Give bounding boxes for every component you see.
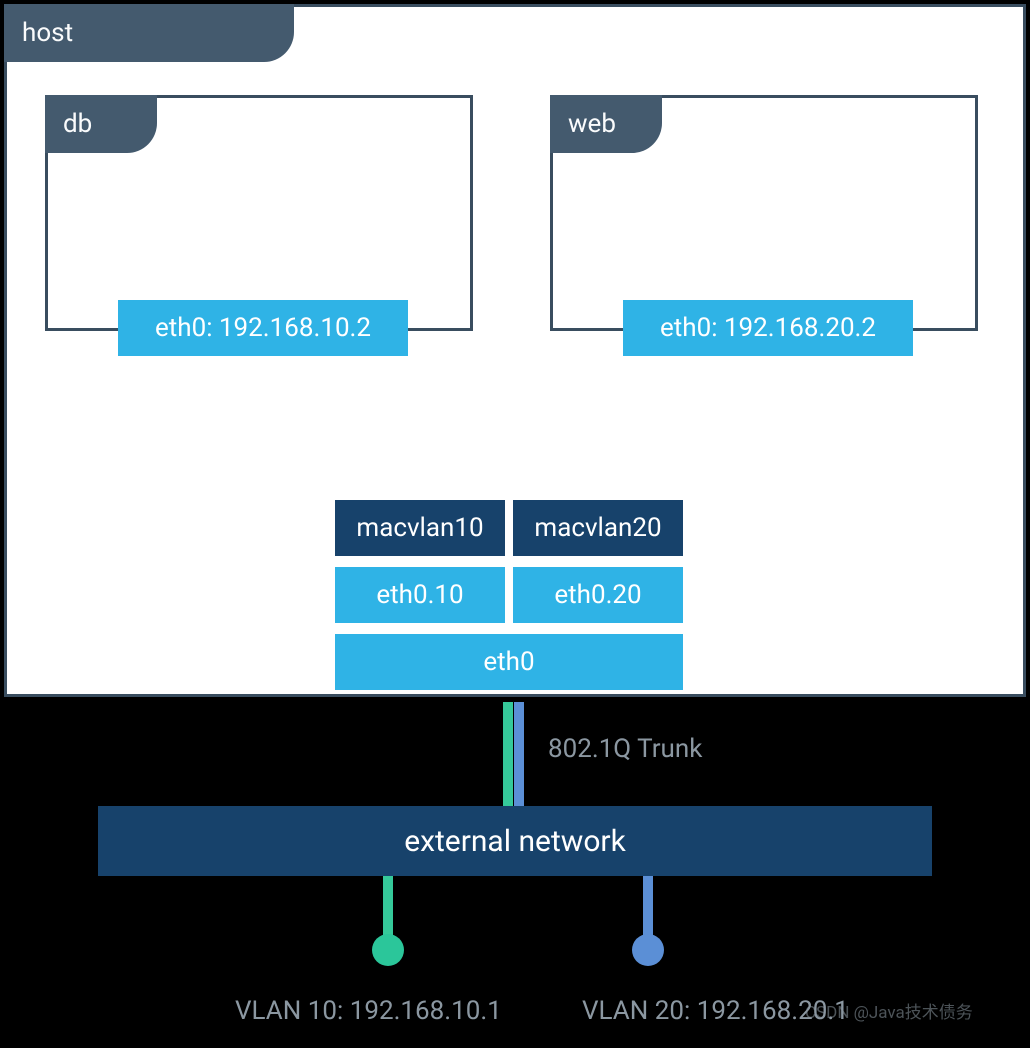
macvlan10-box: macvlan10 <box>335 500 505 556</box>
db-label: db <box>63 109 92 139</box>
vlan10-label: VLAN 10: 192.168.10.1 <box>235 996 502 1026</box>
web-eth0: eth0: 192.168.20.2 <box>623 300 913 356</box>
host-label-tab: host <box>4 4 294 62</box>
external-network-box: external network <box>98 806 932 876</box>
web-eth0-text: eth0: 192.168.20.2 <box>660 313 876 343</box>
container-db: db eth0: 192.168.10.2 <box>45 95 473 331</box>
macvlan20-box: macvlan20 <box>513 500 683 556</box>
macvlan20-text: macvlan20 <box>534 513 661 543</box>
db-eth0: eth0: 192.168.10.2 <box>118 300 408 356</box>
external-network-text: external network <box>404 824 626 859</box>
eth020-text: eth0.20 <box>554 580 641 610</box>
container-web: web eth0: 192.168.20.2 <box>550 95 978 331</box>
web-label-tab: web <box>550 95 662 153</box>
trunk-label: 802.1Q Trunk <box>548 734 702 764</box>
watermark: CSDN @Java技术债务 <box>805 998 973 1023</box>
eth010-text: eth0.10 <box>376 580 463 610</box>
host-eth0-text: eth0 <box>483 647 534 677</box>
host-label: host <box>22 18 73 48</box>
macvlan10-text: macvlan10 <box>356 513 483 543</box>
eth010-box: eth0.10 <box>335 567 505 623</box>
host-eth0-box: eth0 <box>335 634 683 690</box>
web-label: web <box>568 109 616 139</box>
db-label-tab: db <box>45 95 157 153</box>
db-eth0-text: eth0: 192.168.10.2 <box>155 313 371 343</box>
eth020-box: eth0.20 <box>513 567 683 623</box>
